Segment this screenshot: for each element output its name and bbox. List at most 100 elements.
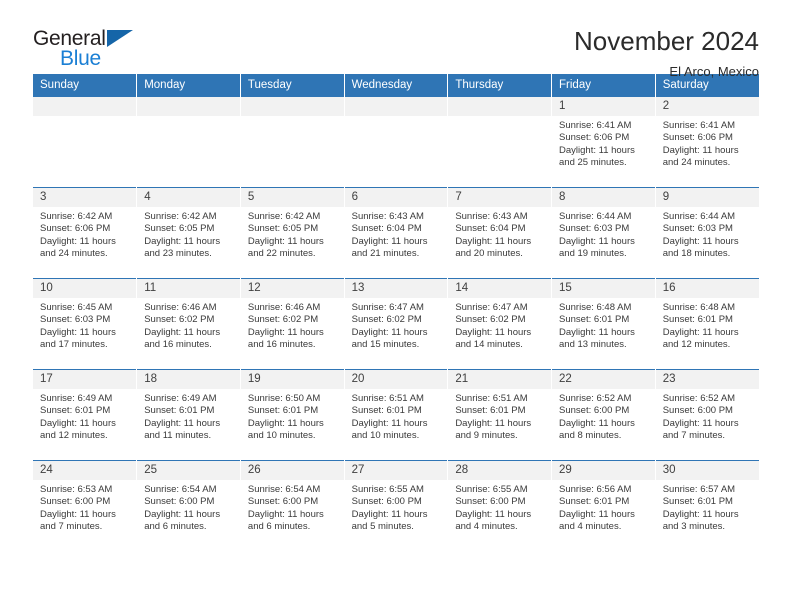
day-details: Sunrise: 6:42 AM Sunset: 6:06 PM Daylight:… bbox=[33, 207, 136, 261]
daylight-text-line2: and 10 minutes. bbox=[351, 430, 420, 442]
sunrise-text: Sunrise: 6:44 AM bbox=[662, 211, 736, 222]
day-details: Sunrise: 6:48 AM Sunset: 6:01 PM Daylight:… bbox=[656, 298, 759, 352]
day-number: 21 bbox=[448, 370, 551, 389]
calendar-day-cell[interactable]: 11 Sunrise: 6:46 AM Sunset: 6:02 PM Dayligh… bbox=[136, 278, 241, 370]
sunrise-text: Sunrise: 6:55 AM bbox=[351, 484, 424, 495]
sunrise-text: Sunrise: 6:47 AM bbox=[455, 302, 528, 313]
sunrise-text: Sunrise: 6:46 AM bbox=[144, 302, 217, 313]
day-details: Sunrise: 6:54 AM Sunset: 6:00 PM Daylight:… bbox=[241, 480, 343, 534]
sunset-text: Sunset: 6:01 PM bbox=[247, 405, 319, 417]
calendar-day-cell[interactable]: 23 Sunrise: 6:52 AM Sunset: 6:00 PM Dayligh… bbox=[655, 369, 759, 461]
calendar-day-cell[interactable]: 6 Sunrise: 6:43 AM Sunset: 6:04 PM Daylight… bbox=[344, 187, 449, 279]
day-number bbox=[33, 97, 136, 116]
calendar-day-cell[interactable]: 13 Sunrise: 6:47 AM Sunset: 6:02 PM Dayligh… bbox=[344, 278, 449, 370]
calendar-day-cell[interactable]: 3 Sunrise: 6:42 AM Sunset: 6:06 PM Daylight… bbox=[33, 187, 138, 279]
daylight-text-line1: Daylight: 11 hours bbox=[144, 508, 221, 520]
calendar-day-cell[interactable]: 12 Sunrise: 6:46 AM Sunset: 6:02 PM Dayligh… bbox=[240, 278, 345, 370]
logo-triangle-icon bbox=[107, 30, 133, 47]
sunrise-text: Sunrise: 6:54 AM bbox=[144, 484, 217, 495]
day-number: 26 bbox=[240, 461, 344, 480]
calendar-day-cell[interactable]: 18 Sunrise: 6:49 AM Sunset: 6:01 PM Dayligh… bbox=[136, 369, 241, 461]
daylight-text-line1: Daylight: 11 hours bbox=[40, 326, 116, 338]
day-details: Sunrise: 6:48 AM Sunset: 6:01 PM Daylight:… bbox=[552, 298, 654, 352]
calendar-day-cell[interactable]: 1 Sunrise: 6:41 AM Sunset: 6:06 PM Daylight… bbox=[551, 96, 656, 188]
calendar-week-row: 3 Sunrise: 6:42 AM Sunset: 6:06 PM Daylight… bbox=[33, 187, 759, 279]
location-subtitle: El Arco, Mexico bbox=[669, 64, 759, 79]
sunrise-text: Sunrise: 6:51 AM bbox=[455, 393, 528, 404]
calendar-day-cell[interactable]: 27 Sunrise: 6:55 AM Sunset: 6:00 PM Dayligh… bbox=[344, 460, 449, 551]
daylight-text-line1: Daylight: 11 hours bbox=[559, 235, 635, 247]
daylight-text-line2: and 6 minutes. bbox=[144, 521, 207, 533]
calendar-day-cell[interactable]: 20 Sunrise: 6:51 AM Sunset: 6:01 PM Dayligh… bbox=[344, 369, 449, 461]
daylight-text-line1: Daylight: 11 hours bbox=[351, 417, 428, 429]
calendar-day-cell[interactable]: 2 Sunrise: 6:41 AM Sunset: 6:06 PM Daylight… bbox=[655, 96, 759, 188]
daylight-text-line1: Daylight: 11 hours bbox=[247, 417, 324, 429]
day-details: Sunrise: 6:49 AM Sunset: 6:01 PM Daylight:… bbox=[33, 389, 136, 443]
day-number: 19 bbox=[240, 370, 344, 389]
sunset-text: Sunset: 6:00 PM bbox=[40, 496, 111, 508]
calendar-day-cell[interactable]: 9 Sunrise: 6:44 AM Sunset: 6:03 PM Daylight… bbox=[655, 187, 759, 279]
daylight-text-line1: Daylight: 11 hours bbox=[351, 326, 428, 338]
calendar-day-cell[interactable]: 17 Sunrise: 6:49 AM Sunset: 6:01 PM Dayligh… bbox=[33, 369, 138, 461]
day-details: Sunrise: 6:50 AM Sunset: 6:01 PM Daylight:… bbox=[241, 389, 343, 443]
calendar-day-cell-empty bbox=[240, 96, 345, 188]
day-number: 30 bbox=[655, 461, 759, 480]
daylight-text-line2: and 20 minutes. bbox=[455, 248, 523, 260]
calendar-table: Sunday Monday Tuesday Wednesday Thursday… bbox=[33, 74, 759, 551]
calendar-day-cell[interactable]: 4 Sunrise: 6:42 AM Sunset: 6:05 PM Daylight… bbox=[136, 187, 241, 279]
calendar-day-cell[interactable]: 26 Sunrise: 6:54 AM Sunset: 6:00 PM Dayligh… bbox=[240, 460, 345, 551]
calendar-day-cell[interactable]: 21 Sunrise: 6:51 AM Sunset: 6:01 PM Dayligh… bbox=[447, 369, 553, 461]
daylight-text-line1: Daylight: 11 hours bbox=[559, 417, 635, 429]
sunset-text: Sunset: 6:01 PM bbox=[455, 405, 526, 417]
day-details: Sunrise: 6:52 AM Sunset: 6:00 PM Daylight:… bbox=[656, 389, 759, 443]
daylight-text-line1: Daylight: 11 hours bbox=[247, 326, 324, 338]
daylight-text-line2: and 16 minutes. bbox=[144, 339, 212, 351]
calendar-day-cell[interactable]: 22 Sunrise: 6:52 AM Sunset: 6:00 PM Dayligh… bbox=[551, 369, 656, 461]
daylight-text-line2: and 6 minutes. bbox=[247, 521, 311, 533]
page-header: General Blue November 2024 El Arco, Mexi… bbox=[33, 0, 759, 79]
calendar-day-cell[interactable]: 25 Sunrise: 6:54 AM Sunset: 6:00 PM Dayligh… bbox=[136, 460, 241, 551]
calendar-day-cell[interactable]: 28 Sunrise: 6:55 AM Sunset: 6:00 PM Dayligh… bbox=[447, 460, 553, 551]
calendar-week-row: 24 Sunrise: 6:53 AM Sunset: 6:00 PM Dayligh… bbox=[33, 460, 759, 551]
day-number: 7 bbox=[448, 188, 551, 207]
sunrise-text: Sunrise: 6:43 AM bbox=[455, 211, 528, 222]
calendar-day-cell[interactable]: 24 Sunrise: 6:53 AM Sunset: 6:00 PM Dayligh… bbox=[33, 460, 138, 551]
calendar-day-cell[interactable]: 29 Sunrise: 6:56 AM Sunset: 6:01 PM Dayligh… bbox=[551, 460, 656, 551]
calendar-day-cell[interactable]: 7 Sunrise: 6:43 AM Sunset: 6:04 PM Daylight… bbox=[447, 187, 553, 279]
daylight-text-line1: Daylight: 11 hours bbox=[455, 235, 532, 247]
calendar-day-cell[interactable]: 10 Sunrise: 6:45 AM Sunset: 6:03 PM Dayligh… bbox=[33, 278, 138, 370]
calendar-day-cell[interactable]: 5 Sunrise: 6:42 AM Sunset: 6:05 PM Daylight… bbox=[240, 187, 345, 279]
calendar-day-cell[interactable]: 16 Sunrise: 6:48 AM Sunset: 6:01 PM Dayligh… bbox=[655, 278, 759, 370]
day-details: Sunrise: 6:41 AM Sunset: 6:06 PM Daylight:… bbox=[552, 116, 654, 170]
day-number: 2 bbox=[655, 97, 759, 116]
sunrise-text: Sunrise: 6:49 AM bbox=[144, 393, 217, 404]
sunrise-text: Sunrise: 6:41 AM bbox=[559, 120, 632, 131]
daylight-text-line2: and 21 minutes. bbox=[351, 248, 420, 260]
weekday-header-thursday: Thursday bbox=[447, 74, 553, 97]
calendar-day-cell[interactable]: 30 Sunrise: 6:57 AM Sunset: 6:01 PM Dayligh… bbox=[655, 460, 759, 551]
general-blue-logo[interactable]: General Blue bbox=[33, 26, 153, 74]
daylight-text-line2: and 7 minutes. bbox=[662, 430, 726, 442]
calendar-day-cell[interactable]: 14 Sunrise: 6:47 AM Sunset: 6:02 PM Dayligh… bbox=[447, 278, 553, 370]
daylight-text-line2: and 14 minutes. bbox=[455, 339, 523, 351]
sunset-text: Sunset: 6:01 PM bbox=[662, 314, 733, 326]
sunset-text: Sunset: 6:03 PM bbox=[559, 223, 630, 235]
day-details: Sunrise: 6:55 AM Sunset: 6:00 PM Daylight:… bbox=[448, 480, 550, 534]
calendar-day-cell[interactable]: 19 Sunrise: 6:50 AM Sunset: 6:01 PM Dayligh… bbox=[240, 369, 345, 461]
sunset-text: Sunset: 6:06 PM bbox=[40, 223, 111, 235]
day-details: Sunrise: 6:55 AM Sunset: 6:00 PM Daylight:… bbox=[345, 480, 447, 534]
calendar-day-cell[interactable]: 15 Sunrise: 6:48 AM Sunset: 6:01 PM Dayligh… bbox=[551, 278, 656, 370]
daylight-text-line2: and 4 minutes. bbox=[559, 521, 622, 533]
day-number: 29 bbox=[552, 461, 655, 480]
day-number: 22 bbox=[552, 370, 655, 389]
day-details: Sunrise: 6:46 AM Sunset: 6:02 PM Daylight:… bbox=[241, 298, 343, 352]
calendar-day-cell[interactable]: 8 Sunrise: 6:44 AM Sunset: 6:03 PM Daylight… bbox=[551, 187, 656, 279]
day-details: Sunrise: 6:44 AM Sunset: 6:03 PM Daylight:… bbox=[552, 207, 654, 261]
calendar-day-cell-empty bbox=[344, 96, 449, 188]
sunrise-text: Sunrise: 6:41 AM bbox=[662, 120, 736, 131]
day-details: Sunrise: 6:41 AM Sunset: 6:06 PM Daylight:… bbox=[656, 116, 759, 170]
daylight-text-line2: and 7 minutes. bbox=[40, 521, 103, 533]
sunset-text: Sunset: 6:04 PM bbox=[455, 223, 526, 235]
calendar-week-row: 10 Sunrise: 6:45 AM Sunset: 6:03 PM Dayligh… bbox=[33, 278, 759, 370]
day-number: 23 bbox=[655, 370, 759, 389]
